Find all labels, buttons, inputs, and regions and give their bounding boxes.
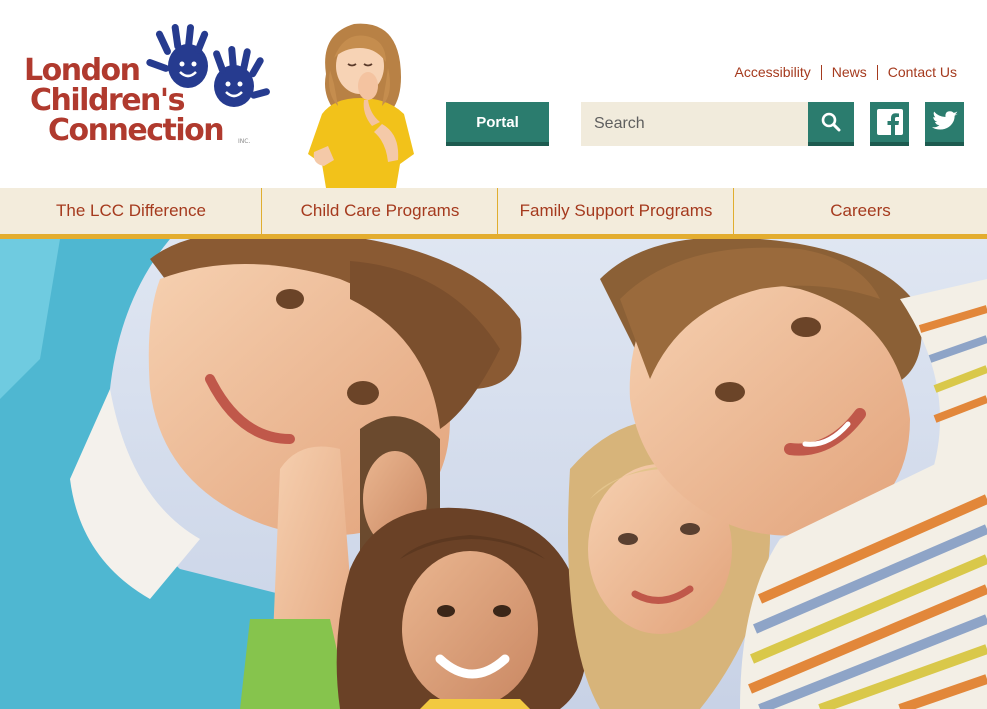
search-input[interactable] — [581, 102, 809, 146]
contact-us-link[interactable]: Contact Us — [878, 64, 957, 80]
search-bar — [581, 102, 854, 146]
facebook-button[interactable] — [870, 102, 909, 146]
logo-inc: INC. — [238, 138, 251, 145]
facebook-icon — [876, 109, 903, 135]
site-logo[interactable]: London Children's Connection INC. — [20, 24, 270, 154]
main-nav: The LCC Difference Child Care Programs F… — [0, 188, 987, 234]
accessibility-link[interactable]: Accessibility — [724, 64, 820, 80]
search-icon — [821, 112, 841, 132]
site-header: London Children's Connection INC. Access… — [0, 0, 987, 188]
logo-line-3: Connection — [48, 113, 225, 148]
hero-image-children — [0, 239, 987, 709]
nav-lcc-difference[interactable]: The LCC Difference — [0, 188, 262, 234]
logo-line-2: Children's — [30, 83, 185, 118]
twitter-icon — [931, 111, 958, 130]
logo-line-1: London — [24, 53, 141, 88]
girl-photo — [308, 23, 414, 188]
search-button[interactable] — [808, 102, 854, 146]
nav-family-support-programs[interactable]: Family Support Programs — [498, 188, 734, 234]
nav-careers[interactable]: Careers — [734, 188, 987, 234]
portal-button[interactable]: Portal — [446, 102, 549, 146]
nav-child-care-programs[interactable]: Child Care Programs — [262, 188, 498, 234]
utility-links: Accessibility News Contact Us — [724, 64, 957, 80]
twitter-button[interactable] — [925, 102, 964, 146]
news-link[interactable]: News — [822, 64, 877, 80]
